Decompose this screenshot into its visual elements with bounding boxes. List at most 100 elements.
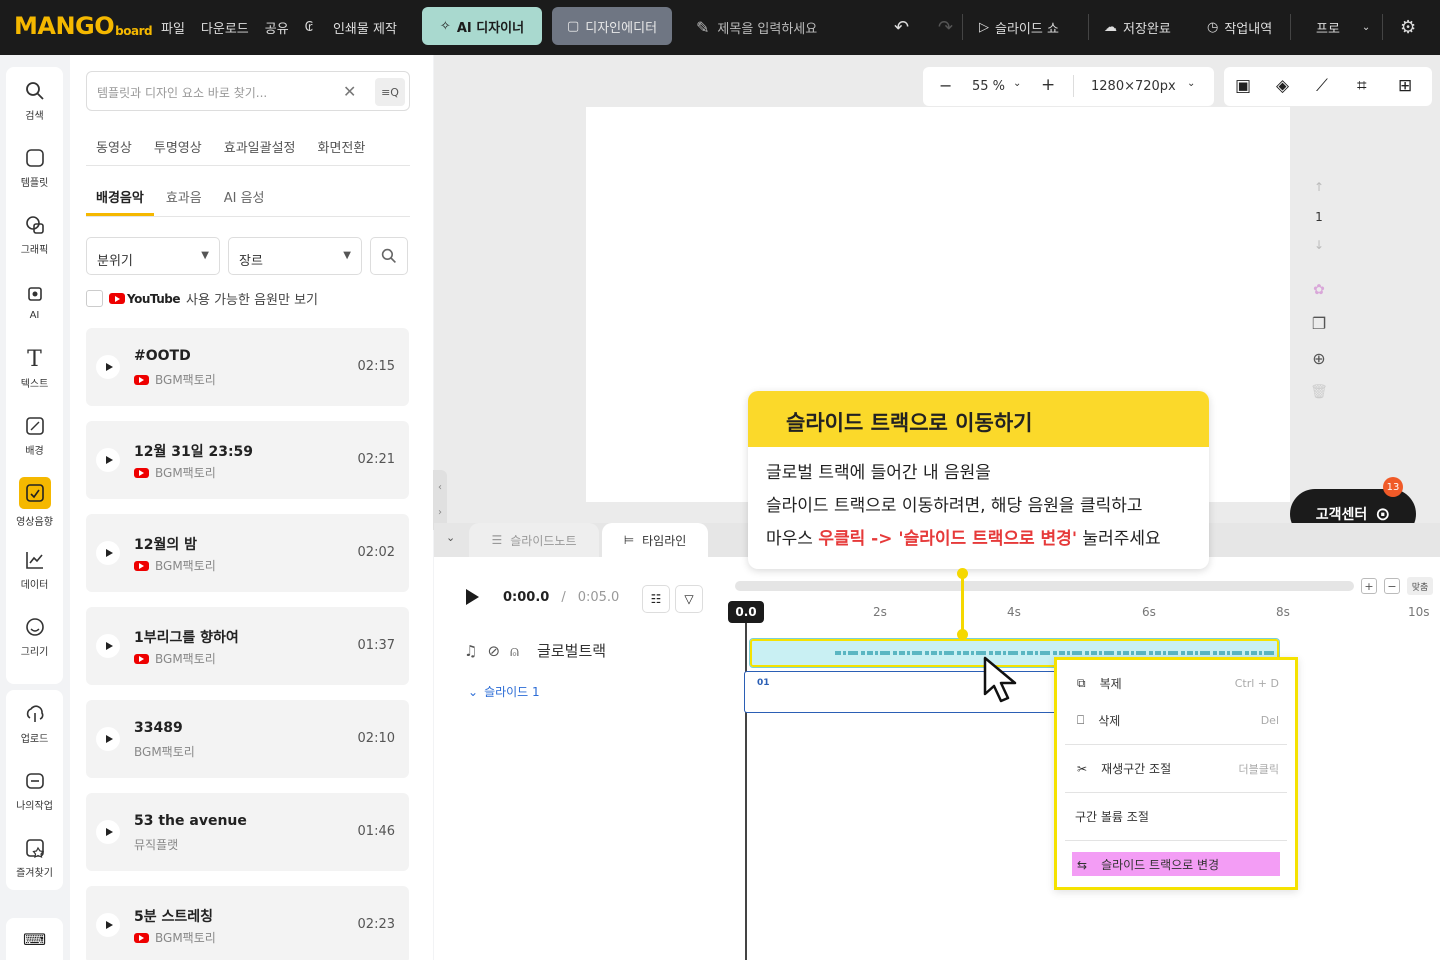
scissors-icon: ✂	[1077, 761, 1088, 776]
tab-transparent-video[interactable]: 투명영상	[154, 137, 202, 156]
list-item[interactable]: 1부리그를 향하여 BGM팩토리 01:37	[86, 607, 409, 685]
slide-track-header[interactable]: ⌄ 슬라이드 1	[468, 683, 540, 700]
nav-search[interactable]: 검색	[6, 67, 63, 134]
search-input[interactable]: 템플릿과 디자인 요소 바로 찾기... ✕ ≡Q	[86, 71, 410, 111]
chevron-down-icon[interactable]: ⌄	[1013, 78, 1021, 89]
slideshow-button[interactable]: ▷ 슬라이드 쇼	[979, 0, 1059, 55]
ai-designer-button[interactable]: ✧ AI 디자이너	[422, 7, 542, 45]
arrow-up-icon[interactable]: ↑	[1314, 180, 1324, 194]
zoom-in-icon[interactable]: +	[1041, 75, 1055, 95]
trash-icon[interactable]: 🗑	[1310, 384, 1328, 400]
save-button[interactable]: ☁ 저장완료	[1104, 0, 1171, 55]
menu-download[interactable]: 다운로드	[201, 18, 249, 37]
menu-item-delete[interactable]: ⎕ 삭제 Del	[1077, 712, 1279, 729]
play-icon[interactable]	[96, 820, 120, 844]
clear-icon[interactable]: ✕	[343, 82, 356, 101]
play-icon[interactable]	[96, 355, 120, 379]
play-icon[interactable]	[96, 541, 120, 565]
nav-graphic[interactable]: 그래픽	[6, 201, 63, 268]
list-item[interactable]: 33489 BGM팩토리 02:10	[86, 700, 409, 778]
arrow-down-icon[interactable]: ↓	[1314, 238, 1324, 252]
sticker-icon[interactable]: ▣	[1235, 76, 1251, 96]
timeline-zoom-out-icon[interactable]: −	[1384, 578, 1400, 594]
nav-my-work[interactable]: 나의작업	[6, 757, 63, 824]
tab-sfx[interactable]: 효과음	[166, 187, 202, 206]
menu-item-duplicate[interactable]: ⧉ 복제 Ctrl + D	[1077, 675, 1279, 692]
tab-transition[interactable]: 화면전환	[318, 137, 366, 156]
menu-print[interactable]: ₢ 인쇄물 제작	[305, 18, 413, 37]
search-filter-button[interactable]: ≡Q	[375, 78, 405, 106]
play-icon[interactable]	[96, 634, 120, 658]
add-page-icon[interactable]: ⊕	[1312, 349, 1325, 368]
track-source: BGM팩토리	[134, 464, 216, 481]
subtitle-button[interactable]: ☷	[642, 585, 670, 613]
sound-effect-icon[interactable]: ⊘	[487, 642, 500, 660]
brand-logo[interactable]: MANGO board	[14, 12, 153, 40]
tab-video[interactable]: 동영상	[96, 137, 132, 156]
nav-background[interactable]: 배경	[6, 402, 63, 469]
microphone-icon[interactable]: ⍝	[510, 642, 519, 660]
chevron-down-icon[interactable]: ⌄	[446, 531, 455, 544]
title-input[interactable]: ✎ 제목을 입력하세요	[696, 14, 817, 40]
layers-icon[interactable]: ◈	[1276, 76, 1289, 96]
keyboard-shortcut-button[interactable]: ⌨	[6, 918, 63, 960]
menu-item-volume[interactable]: 구간 볼륨 조절	[1075, 808, 1275, 825]
undo-icon[interactable]: ↶	[894, 0, 909, 55]
list-item[interactable]: 53 the avenue 뮤직플랫 01:46	[86, 793, 409, 871]
history-button[interactable]: ◷ 작업내역	[1207, 0, 1272, 55]
search-placeholder: 템플릿과 디자인 요소 바로 찾기...	[97, 86, 268, 100]
tab-ai-voice[interactable]: AI 음성	[224, 187, 265, 206]
nav-template[interactable]: 템플릿	[6, 134, 63, 201]
redo-icon[interactable]: ↷	[938, 0, 953, 55]
nav-media[interactable]: 영상음향	[6, 469, 63, 536]
nav-upload[interactable]: 업로드	[6, 690, 63, 757]
color-palette-icon[interactable]: ✿	[1313, 282, 1325, 298]
tab-timeline[interactable]: ⊨ 타임라인	[602, 523, 708, 557]
fit-button[interactable]: 맞춤	[1407, 577, 1433, 595]
playhead-label[interactable]: 0.0	[728, 601, 764, 623]
timeline-scrollbar[interactable]	[735, 581, 1354, 591]
filter-button[interactable]: ▽	[675, 585, 703, 613]
timeline-zoom-in-icon[interactable]: +	[1361, 578, 1377, 594]
play-icon[interactable]	[96, 913, 120, 937]
mood-select[interactable]: 분위기 ▼	[86, 237, 220, 275]
canvas-size[interactable]: 1280×720px	[1091, 79, 1176, 94]
list-item[interactable]: #OOTD BGM팩토리 02:15	[86, 328, 409, 406]
menu-item-trim[interactable]: ✂ 재생구간 조절 더블클릭	[1077, 760, 1279, 777]
settings-gear-icon[interactable]: ⚙	[1400, 0, 1416, 55]
menu-file[interactable]: 파일	[161, 18, 185, 37]
time-ruler[interactable]: 2s 4s 6s 8s 10s	[735, 603, 1435, 623]
play-icon[interactable]	[466, 589, 479, 605]
plan-dropdown[interactable]: 프로 ⌄	[1316, 0, 1370, 55]
zoom-value[interactable]: 55 %	[972, 79, 1005, 94]
zoom-out-icon[interactable]: −	[939, 76, 952, 95]
divider	[1065, 840, 1287, 841]
menu-item-move-to-slide-track[interactable]: ⇆ 슬라이드 트랙으로 변경	[1077, 856, 1277, 873]
tab-effect-batch[interactable]: 효과일괄설정	[224, 137, 296, 156]
nav-draw[interactable]: 그리기	[6, 603, 63, 670]
nav-favorite[interactable]: 즐겨찾기	[6, 824, 63, 891]
tab-bgm[interactable]: 배경음악	[96, 187, 144, 206]
genre-select[interactable]: 장르 ▼	[228, 237, 362, 275]
play-icon[interactable]	[96, 448, 120, 472]
chevron-down-icon[interactable]: ⌄	[1187, 78, 1195, 89]
music-note-icon[interactable]: ♫	[464, 642, 477, 660]
ruler-icon[interactable]: ⟋	[1316, 76, 1328, 96]
list-item[interactable]: 12월 31일 23:59 BGM팩토리 02:21	[86, 421, 409, 499]
nav-ai[interactable]: AI	[6, 268, 63, 335]
grid-icon[interactable]: ⊞	[1398, 76, 1412, 96]
crop-frame-icon[interactable]: ⌗	[1357, 76, 1367, 96]
tab-slide-notes[interactable]: ☰ 슬라이드노트	[469, 523, 599, 557]
design-editor-button[interactable]: ▢ 디자인에디터	[552, 7, 672, 45]
nav-text[interactable]: T 텍스트	[6, 335, 63, 402]
list-item[interactable]: 12월의 밤 BGM팩토리 02:02	[86, 514, 409, 592]
music-search-button[interactable]	[370, 237, 408, 275]
panel-collapse-handle[interactable]: ‹ ›	[433, 470, 447, 530]
tick-label: 6s	[1142, 605, 1156, 619]
list-item[interactable]: 5분 스트레칭 BGM팩토리 02:23	[86, 886, 409, 960]
menu-share[interactable]: 공유	[265, 18, 289, 37]
duplicate-page-icon[interactable]: ❐	[1312, 314, 1326, 333]
play-icon[interactable]	[96, 727, 120, 751]
nav-data[interactable]: 데이터	[6, 536, 63, 603]
youtube-checkbox[interactable]	[86, 290, 103, 307]
